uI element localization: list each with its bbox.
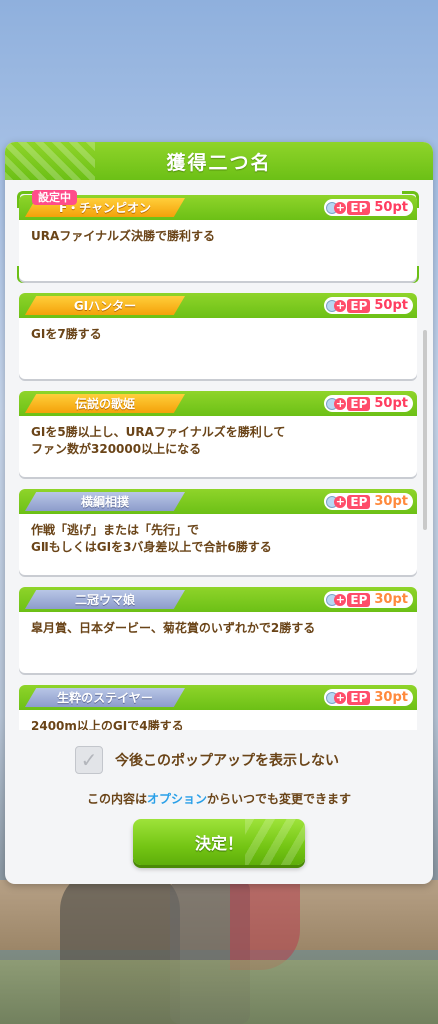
title-card-header: F・チャンピオン + EP 50pt: [19, 195, 417, 220]
ep-points: 30pt: [374, 494, 408, 509]
title-card-header: 二冠ウマ娘 + EP 30pt: [19, 587, 417, 612]
options-link[interactable]: オプション: [147, 792, 207, 806]
hide-popup-label[interactable]: 今後このポップアップを表示しない: [115, 750, 339, 770]
title-card[interactable]: F・チャンピオン + EP 50pt URAファイナルズ決勝で勝利する: [19, 195, 417, 281]
modal-header: 獲得二つ名: [5, 142, 433, 180]
title-list-modal: 獲得二つ名 設定中 F・チャンピオン + EP 50pt URAファイナルズ決勝…: [5, 142, 433, 884]
ep-badge: + EP 30pt: [324, 493, 413, 510]
ep-label: EP: [347, 200, 371, 215]
ep-plus-icon: +: [326, 201, 347, 215]
title-description: GⅠを5勝以上し、URAファイナルズを勝利して ファン数が320000以上になる: [31, 425, 286, 456]
modal-footer: ✓ 今後このポップアップを表示しない この内容はオプションからいつでも変更できま…: [5, 730, 433, 884]
ep-badge: + EP 30pt: [324, 689, 413, 706]
title-list[interactable]: 設定中 F・チャンピオン + EP 50pt URAファイナルズ決勝で勝利する …: [5, 180, 433, 730]
title-name-tag: 伝説の歌姫: [25, 394, 185, 413]
selected-badge: 設定中: [32, 190, 77, 205]
ep-label: EP: [347, 690, 371, 705]
hide-popup-checkbox[interactable]: ✓: [75, 746, 103, 774]
options-note: この内容はオプションからいつでも変更できます: [5, 790, 433, 807]
title-name-tag: GⅠハンター: [25, 296, 185, 315]
modal-title: 獲得二つ名: [166, 151, 272, 174]
confirm-button[interactable]: 決定！: [133, 819, 305, 865]
title-name-tag: 横綱相撲: [25, 492, 185, 511]
title-name-tag: 生粋のステイヤー: [25, 688, 185, 707]
hide-popup-option[interactable]: ✓ 今後このポップアップを表示しない: [75, 746, 339, 774]
title-description: GⅠを7勝する: [31, 327, 102, 341]
title-card[interactable]: 生粋のステイヤー + EP 30pt 2400m以上のGⅠで4勝する: [19, 685, 417, 730]
title-card[interactable]: 伝説の歌姫 + EP 50pt GⅠを5勝以上し、URAファイナルズを勝利して …: [19, 391, 417, 477]
ep-points: 30pt: [374, 690, 408, 705]
title-card-header: 伝説の歌姫 + EP 50pt: [19, 391, 417, 416]
list-scrollbar[interactable]: [423, 330, 427, 530]
title-card[interactable]: 横綱相撲 + EP 30pt 作戦「逃げ」または「先行」で GⅡもしくはGⅠを3…: [19, 489, 417, 575]
ep-plus-icon: +: [326, 593, 347, 607]
ep-badge: + EP 50pt: [324, 297, 413, 314]
ep-points: 50pt: [374, 396, 408, 411]
title-card-header: 生粋のステイヤー + EP 30pt: [19, 685, 417, 710]
title-description: 作戦「逃げ」または「先行」で GⅡもしくはGⅠを3バ身差以上で合計6勝する: [31, 523, 272, 554]
ep-plus-icon: +: [326, 397, 347, 411]
title-card-header: GⅠハンター + EP 50pt: [19, 293, 417, 318]
ep-label: EP: [347, 396, 371, 411]
ep-badge: + EP 30pt: [324, 591, 413, 608]
checkmark-icon: ✓: [80, 748, 98, 772]
confirm-button-label: 決定！: [194, 834, 243, 853]
ep-points: 30pt: [374, 592, 408, 607]
ep-plus-icon: +: [326, 691, 347, 705]
note-suffix: からいつでも変更できます: [207, 792, 352, 806]
title-card-header: 横綱相撲 + EP 30pt: [19, 489, 417, 514]
title-description: 2400m以上のGⅠで4勝する: [31, 719, 184, 730]
ep-label: EP: [347, 592, 371, 607]
ep-badge: + EP 50pt: [324, 395, 413, 412]
title-card[interactable]: GⅠハンター + EP 50pt GⅠを7勝する: [19, 293, 417, 379]
ep-plus-icon: +: [326, 495, 347, 509]
ep-points: 50pt: [374, 298, 408, 313]
ep-badge: + EP 50pt: [324, 199, 413, 216]
ep-points: 50pt: [374, 200, 408, 215]
ep-plus-icon: +: [326, 299, 347, 313]
ep-label: EP: [347, 494, 371, 509]
title-description: URAファイナルズ決勝で勝利する: [31, 229, 216, 243]
title-card[interactable]: 二冠ウマ娘 + EP 30pt 皐月賞、日本ダービー、菊花賞のいずれかで2勝する: [19, 587, 417, 673]
title-name-tag: 二冠ウマ娘: [25, 590, 185, 609]
title-description: 皐月賞、日本ダービー、菊花賞のいずれかで2勝する: [31, 621, 316, 635]
ep-label: EP: [347, 298, 371, 313]
note-prefix: この内容は: [86, 792, 147, 806]
